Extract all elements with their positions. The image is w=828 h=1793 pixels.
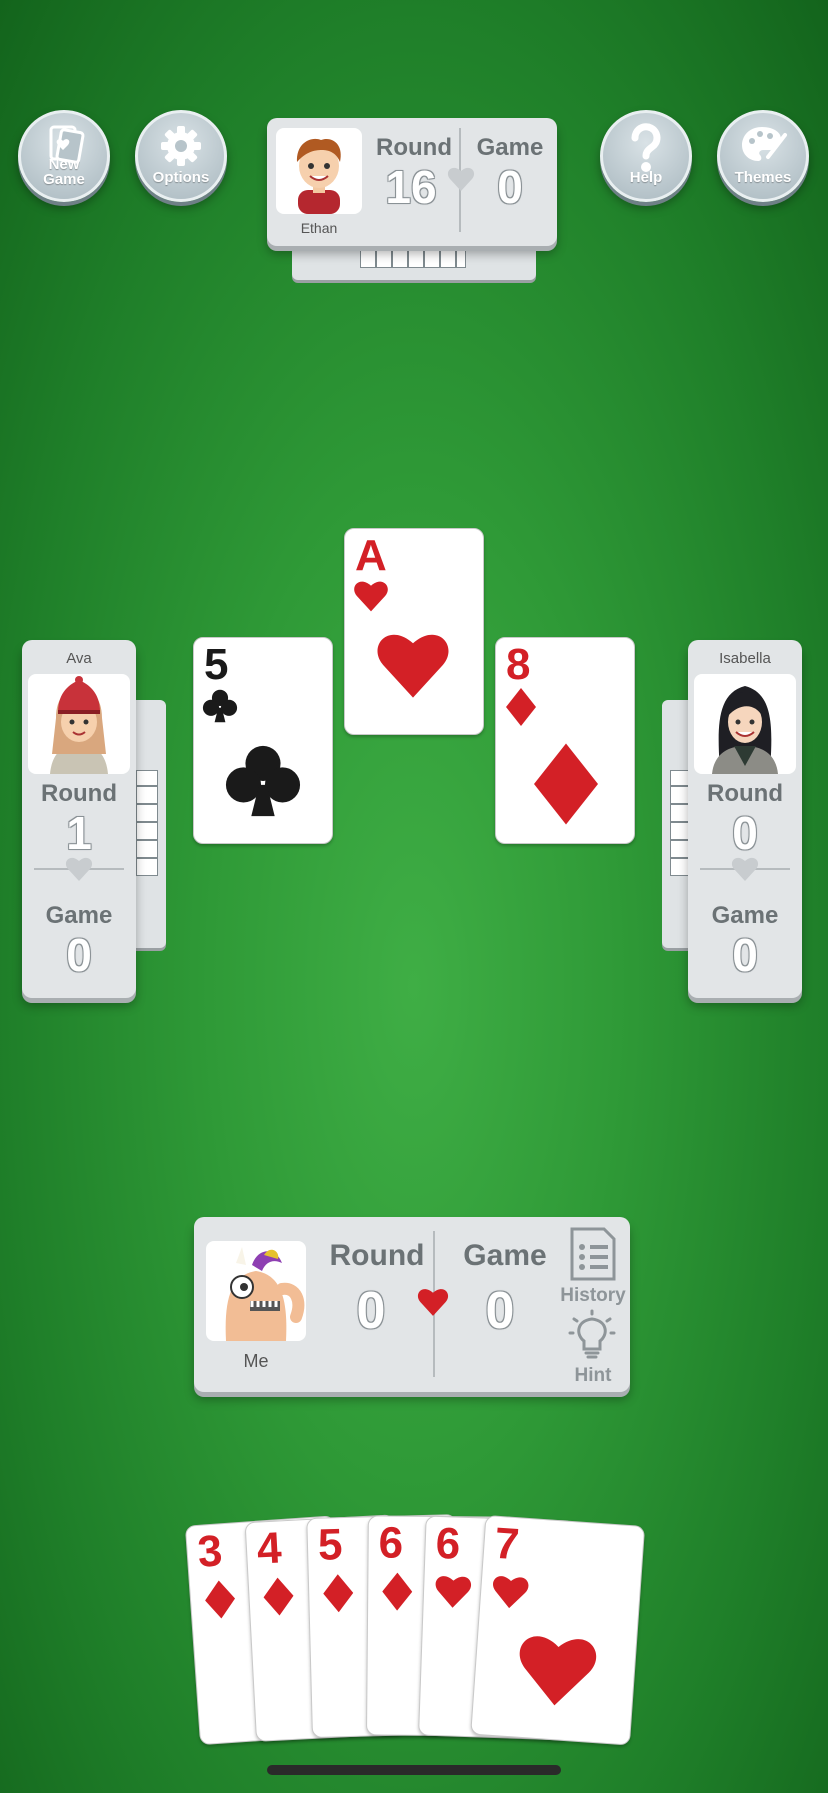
right-round-label: Round xyxy=(707,780,783,807)
right-heart-icon xyxy=(731,856,759,887)
card-rank: 6 xyxy=(378,1518,404,1568)
diamond-suit-icon xyxy=(204,1579,237,1624)
diamond-suit-icon xyxy=(534,742,598,831)
card-rank: 4 xyxy=(255,1523,283,1574)
left-heart-icon xyxy=(65,856,93,887)
club-suit-icon xyxy=(224,738,302,829)
left-game-score: 0 xyxy=(66,929,92,981)
top-player-hand-backs xyxy=(360,244,466,268)
my-player-panel: Me Round 0 Game 0 History Hint xyxy=(194,1217,630,1392)
my-round-label: Round xyxy=(329,1239,425,1272)
left-player-panel: Ava Round 1 Game 0 xyxy=(22,640,136,998)
right-player-name: Isabella xyxy=(719,650,771,667)
heart-suit-icon xyxy=(433,1573,472,1615)
trick-card-right: 8 xyxy=(495,637,635,844)
heart-suit-icon xyxy=(375,629,451,706)
card-rank: 8 xyxy=(506,640,531,689)
history-label: History xyxy=(560,1285,626,1306)
top-round-score: 16 xyxy=(385,161,437,213)
right-game-score: 0 xyxy=(732,929,758,981)
card-rank: 5 xyxy=(204,640,229,689)
new-game-label: New Game xyxy=(43,156,85,188)
my-game-label: Game xyxy=(463,1239,547,1272)
top-round-label: Round xyxy=(376,134,452,161)
top-player-name: Ethan xyxy=(300,220,338,236)
top-player-panel: Ethan Round 16 Game 0 xyxy=(267,118,557,246)
options-button[interactable]: Options xyxy=(135,110,227,202)
ava-avatar xyxy=(28,674,130,774)
diamond-suit-icon xyxy=(323,1574,354,1618)
left-player-name: Ava xyxy=(66,650,92,667)
question-icon xyxy=(603,123,689,172)
card-rank: A xyxy=(355,531,387,580)
card-rank: 7 xyxy=(492,1518,521,1570)
left-player-hand-backs xyxy=(136,770,158,876)
home-indicator[interactable] xyxy=(267,1765,561,1775)
my-game-score: 0 xyxy=(485,1282,515,1340)
right-player-panel: Isabella Round 0 Game 0 xyxy=(688,640,802,998)
new-game-button[interactable]: New Game xyxy=(18,110,110,202)
history-icon xyxy=(568,1227,616,1286)
heart-suit-icon xyxy=(490,1573,531,1617)
lightbulb-icon xyxy=(568,1309,616,1366)
gear-icon xyxy=(138,123,224,169)
my-name: Me xyxy=(243,1351,269,1371)
trick-card-left: 5 xyxy=(193,637,333,844)
options-label: Options xyxy=(152,169,210,186)
heart-suit-icon xyxy=(513,1629,601,1718)
card-rank: 3 xyxy=(196,1526,224,1577)
themes-label: Themes xyxy=(734,169,792,186)
isabella-avatar xyxy=(694,674,796,774)
hand-card-7-hearts[interactable]: 7 xyxy=(470,1514,646,1746)
diamond-suit-icon xyxy=(506,688,536,731)
diamond-suit-icon xyxy=(382,1572,413,1615)
right-game-label: Game xyxy=(711,902,779,929)
card-rank: 5 xyxy=(317,1520,344,1570)
help-label: Help xyxy=(629,169,663,186)
top-game-score: 0 xyxy=(497,161,523,213)
hint-label: Hint xyxy=(574,1365,612,1386)
left-round-score: 1 xyxy=(66,807,92,859)
help-button[interactable]: Help xyxy=(600,110,692,202)
club-suit-icon xyxy=(202,688,238,729)
themes-button[interactable]: Themes xyxy=(717,110,809,202)
diamond-suit-icon xyxy=(263,1577,295,1622)
left-round-label: Round xyxy=(41,780,117,807)
palette-icon xyxy=(720,123,806,169)
card-rank: 6 xyxy=(434,1518,462,1569)
trick-card-top: A xyxy=(344,528,484,735)
heart-suit-icon xyxy=(353,579,389,618)
right-round-score: 0 xyxy=(732,807,758,859)
top-game-label: Game xyxy=(476,134,544,161)
left-game-label: Game xyxy=(45,902,113,929)
ethan-avatar xyxy=(276,128,362,214)
my-avatar xyxy=(206,1241,306,1341)
my-hand: 3 4 5 6 6 7 xyxy=(0,1500,828,1770)
hint-button[interactable]: Hint xyxy=(556,1309,628,1389)
history-button[interactable]: History xyxy=(556,1227,628,1306)
